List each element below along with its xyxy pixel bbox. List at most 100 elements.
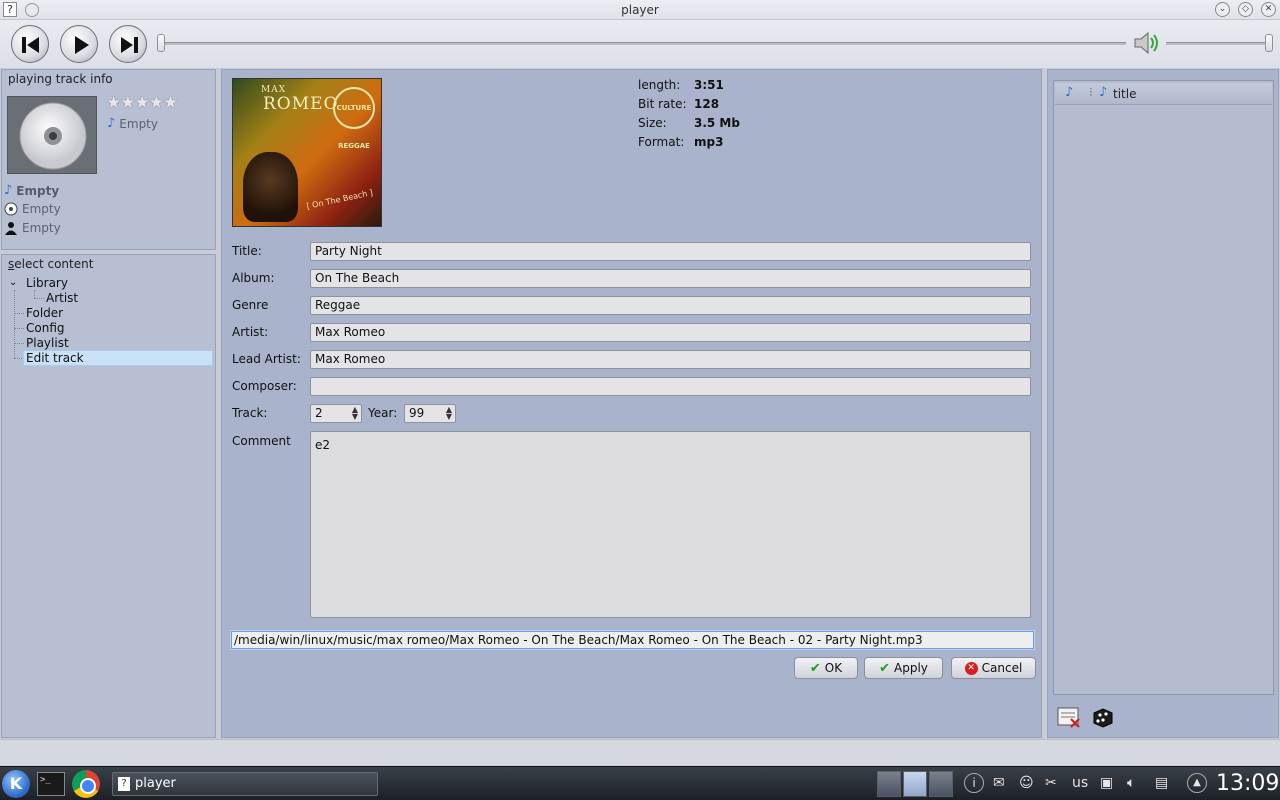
kde-menu-icon[interactable]: K: [2, 770, 30, 798]
apply-button[interactable]: ✔ Apply: [864, 657, 943, 679]
tree-expander-library[interactable]: ⌄: [9, 276, 17, 291]
clipboard-icon[interactable]: ▤: [1155, 775, 1168, 791]
play-button[interactable]: [60, 25, 98, 63]
album-label: Album:: [232, 271, 275, 285]
star-icon[interactable]: ★: [149, 93, 164, 113]
cancel-button[interactable]: ✕ Cancel: [951, 657, 1036, 679]
genre-label: Genre: [232, 298, 269, 312]
network-icon[interactable]: ▣: [1100, 775, 1113, 791]
star-icon[interactable]: ★: [135, 93, 150, 113]
seek-slider-handle[interactable]: [157, 34, 165, 52]
star-icon[interactable]: ★: [163, 93, 178, 113]
contacts-icon[interactable]: ☺: [1019, 775, 1034, 791]
album-art-title-text: [ On The Beach ]: [305, 188, 374, 211]
terminal-icon[interactable]: >_: [37, 772, 65, 796]
tree-item-playlist[interactable]: Playlist: [26, 336, 69, 351]
cancel-icon: ✕: [964, 661, 978, 675]
volume-tray-icon[interactable]: 🔈︎: [1127, 775, 1135, 791]
minimize-button[interactable]: ⌄: [1215, 2, 1230, 17]
comment-textarea[interactable]: e2: [310, 431, 1031, 618]
column-separator[interactable]: ⁝: [1089, 85, 1093, 99]
file-path-field[interactable]: /media/win/linux/music/max romeo/Max Rom…: [231, 631, 1034, 649]
tree-guide: [34, 290, 35, 298]
clear-playlist-icon[interactable]: [1056, 705, 1082, 729]
close-button[interactable]: ✕: [1261, 2, 1276, 17]
track-value: 2: [315, 406, 323, 420]
star-icon[interactable]: ★: [120, 93, 135, 113]
artist-label: Artist:: [232, 325, 269, 339]
taskbar-task-player[interactable]: ? player: [112, 772, 378, 796]
album-art-name-text: ROMEO: [263, 94, 339, 114]
task-label: player: [135, 776, 176, 791]
clock[interactable]: 13:09: [1216, 771, 1279, 796]
ok-button[interactable]: ✔ OK: [794, 657, 858, 679]
tree-guide: [14, 290, 15, 358]
album-info-line: Empty: [4, 202, 61, 216]
volume-slider-handle[interactable]: [1265, 34, 1273, 52]
bitrate-value: 128: [694, 97, 720, 111]
tree-item-artist[interactable]: Artist: [46, 291, 78, 306]
composer-label: Composer:: [232, 379, 297, 393]
playlist-view[interactable]: ♪ ⁝ ♪ title: [1053, 80, 1274, 695]
track-editor-panel: MAX ROMEO CULTURE REGGAE [ On The Beach …: [221, 69, 1042, 738]
app-icon: ?: [118, 777, 130, 791]
scissors-icon[interactable]: ✂: [1045, 775, 1057, 791]
tree-item-folder[interactable]: Folder: [26, 306, 63, 321]
tree-item-config[interactable]: Config: [26, 321, 65, 336]
checkmark-icon: ✔: [879, 660, 890, 676]
artist-field[interactable]: Max Romeo: [310, 323, 1031, 342]
play-icon: [75, 36, 89, 54]
side-track-info: ♪ Empty: [107, 116, 158, 131]
tree-guide: [14, 328, 24, 329]
title-column-header[interactable]: title: [1113, 87, 1136, 101]
album-field[interactable]: On The Beach: [310, 269, 1031, 288]
year-label: Year:: [368, 406, 398, 420]
mail-icon[interactable]: ✉: [993, 775, 1005, 791]
album-disc-icon: [4, 202, 18, 216]
skip-previous-icon: [22, 37, 39, 53]
window-title: player: [621, 3, 659, 17]
star-icon[interactable]: ★: [106, 93, 121, 113]
artist-info-line: Empty: [4, 221, 61, 235]
window-titlebar[interactable]: ? player ⌄ ◇ ✕: [0, 0, 1280, 20]
track-value: Empty: [16, 183, 60, 198]
rating-stars[interactable]: ★★★★★: [106, 93, 178, 113]
lead-artist-field[interactable]: Max Romeo: [310, 350, 1031, 369]
volume-slider-track[interactable]: [1166, 42, 1270, 45]
track-stepper[interactable]: 2 ▲ ▼: [310, 404, 362, 423]
previous-button[interactable]: [11, 25, 49, 63]
format-label: Format:: [638, 135, 685, 149]
tree-item-edit-track[interactable]: Edit track: [23, 350, 213, 366]
title-field[interactable]: Party Night: [310, 242, 1031, 261]
stepper-arrows-icon[interactable]: ▲ ▼: [446, 406, 452, 421]
track-label: Track:: [232, 406, 268, 420]
desktop-pager-1[interactable]: [877, 771, 901, 797]
chrome-icon[interactable]: [72, 770, 100, 798]
tree-item-library[interactable]: Library: [26, 276, 68, 291]
status-bar: [0, 739, 1280, 765]
music-note-icon: ♪: [1099, 85, 1108, 100]
cd-cover-image: [7, 96, 97, 174]
album-art-seal: CULTURE REGGAE: [333, 87, 375, 150]
length-value: 3:51: [694, 78, 724, 92]
desktop-pager-2[interactable]: [903, 771, 927, 797]
album-value: Empty: [22, 202, 61, 216]
year-stepper[interactable]: 99 ▲ ▼: [404, 404, 456, 423]
desktop-pager-3[interactable]: [929, 771, 953, 797]
keyboard-layout-indicator[interactable]: us: [1072, 775, 1088, 791]
stepper-arrows-icon[interactable]: ▲ ▼: [352, 406, 358, 421]
genre-field[interactable]: Reggae: [310, 296, 1031, 315]
title-label: Title:: [232, 244, 262, 258]
side-track-value: Empty: [119, 116, 158, 131]
next-button[interactable]: [109, 25, 147, 63]
lead-artist-label: Lead Artist:: [232, 352, 301, 366]
disc-icon: [19, 102, 87, 170]
composer-field[interactable]: [310, 377, 1031, 396]
shuffle-dice-icon[interactable]: [1090, 705, 1116, 729]
speaker-icon[interactable]: [1132, 30, 1162, 59]
info-icon[interactable]: i: [964, 773, 984, 793]
maximize-button[interactable]: ◇: [1238, 2, 1253, 17]
tray-expand-icon[interactable]: ▲: [1187, 773, 1207, 793]
seek-slider-track[interactable]: [160, 42, 1126, 45]
comment-label: Comment: [232, 434, 291, 448]
